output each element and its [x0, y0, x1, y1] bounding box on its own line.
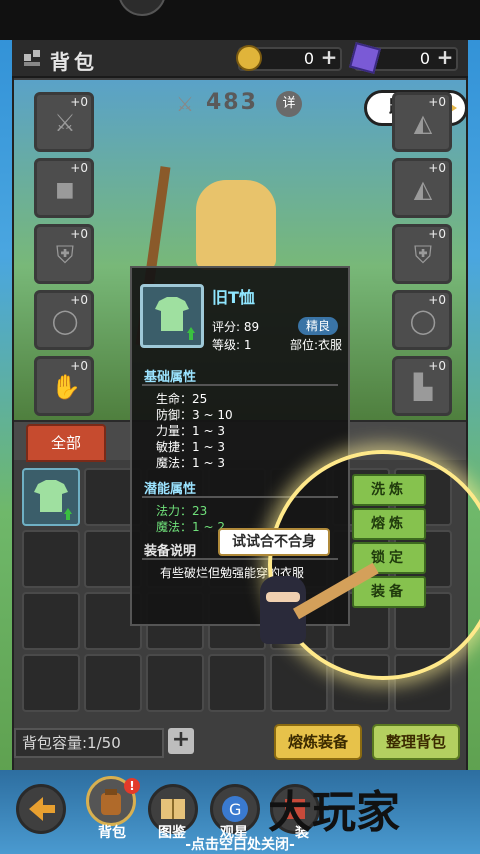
slot-level: +0: [428, 95, 446, 109]
shield-icon: ⛨: [56, 241, 74, 269]
item-icon: [140, 284, 204, 348]
slot-armor[interactable]: +0 ◼: [34, 158, 94, 218]
capacity-label: 背包容量:1/50: [14, 728, 164, 758]
sword-icon: ⚔: [54, 109, 76, 137]
quality-badge: 精良: [298, 317, 338, 335]
boots-icon: ▙: [413, 373, 433, 401]
smelt-equip-button[interactable]: 熔炼装备: [274, 724, 362, 760]
slot-accessory[interactable]: +0 ◯: [392, 290, 452, 350]
svg-text:G: G: [229, 800, 241, 819]
power-value: 483: [206, 90, 258, 115]
helmet-icon: ◭: [413, 109, 433, 137]
slot-level: +0: [70, 227, 88, 241]
slot-ring[interactable]: +0 ◯: [34, 290, 94, 350]
helmet-icon: ◭: [413, 175, 433, 203]
inventory-cell[interactable]: [22, 592, 80, 650]
alert-badge: !: [124, 778, 140, 794]
stat-line: 防御：3 ~ 10: [156, 408, 233, 422]
item-part: 部位:衣服: [290, 338, 343, 352]
inventory-cell[interactable]: [270, 654, 328, 712]
add-gem-button[interactable]: +: [436, 47, 454, 67]
slot-glove[interactable]: +0 ✋: [34, 356, 94, 416]
slot-weapon[interactable]: +0 ⚔: [34, 92, 94, 152]
slot-helmet-top[interactable]: +0 ◭: [392, 92, 452, 152]
wash-button[interactable]: 洗炼: [352, 474, 426, 506]
ring-icon: ◯: [409, 307, 437, 335]
ring-icon: ◯: [51, 307, 79, 335]
guide-face: [266, 592, 300, 602]
slot-offhand[interactable]: +0 ⛨: [392, 224, 452, 284]
stat-line: 敏捷：1 ~ 3: [156, 440, 225, 454]
gold-coin-icon: [236, 45, 262, 71]
inventory-cell[interactable]: [22, 530, 80, 588]
tshirt-icon: [34, 480, 72, 520]
slot-level: +0: [428, 227, 446, 241]
item-name: 旧T恤: [212, 288, 255, 307]
bag-icon: [22, 48, 42, 68]
description-title: 装备说明: [144, 544, 197, 559]
status-bar: [0, 0, 480, 40]
crossed-swords-icon: ⚔: [176, 92, 194, 116]
guide-speech-bubble: 试试合不合身: [218, 528, 330, 556]
slot-level: +0: [70, 161, 88, 175]
back-arrow-icon: [29, 797, 55, 821]
inventory-cell-selected[interactable]: [22, 468, 80, 526]
item-score: 评分: 89: [212, 320, 260, 334]
back-button[interactable]: [16, 784, 66, 834]
smelt-button[interactable]: 熔炼: [352, 508, 426, 540]
stat-line: 生命：25: [156, 392, 208, 406]
tshirt-icon: [155, 297, 195, 340]
slot-level: +0: [70, 95, 88, 109]
hero-character: [196, 180, 276, 270]
tab-all[interactable]: 全部: [26, 424, 106, 462]
detail-button[interactable]: 详: [276, 91, 302, 117]
slot-level: +0: [428, 161, 446, 175]
divider: [142, 384, 338, 386]
glove-icon: ✋: [51, 373, 81, 401]
armor-icon: ◼: [55, 175, 75, 203]
slot-level: +0: [428, 359, 446, 373]
slot-level: +0: [70, 359, 88, 373]
potential-line: 魔法：1 ~ 2: [156, 520, 225, 534]
page-title: 背包: [50, 50, 98, 74]
potential-stats-title: 潜能属性: [144, 482, 197, 497]
inventory-cell[interactable]: [208, 654, 266, 712]
slot-level: +0: [428, 293, 446, 307]
base-stats-title: 基础属性: [144, 370, 197, 385]
shield-icon: ⛨: [414, 241, 432, 269]
stat-line: 魔法：1 ~ 3: [156, 456, 225, 470]
nav-bag-label: 背包: [98, 825, 126, 841]
sort-bag-button[interactable]: 整理背包: [372, 724, 460, 760]
slot-shield[interactable]: +0 ⛨: [34, 224, 94, 284]
slot-helmet[interactable]: +0 ◭: [392, 158, 452, 218]
inventory-cell[interactable]: [22, 654, 80, 712]
slot-level: +0: [70, 293, 88, 307]
watermark: 大玩家: [268, 787, 400, 838]
slot-boots[interactable]: +0 ▙: [392, 356, 452, 416]
item-level: 等级: 1: [212, 338, 252, 352]
inventory-cell[interactable]: [84, 654, 142, 712]
inventory-cell[interactable]: [146, 654, 204, 712]
stat-line: 力量：1 ~ 3: [156, 424, 225, 438]
add-gold-button[interactable]: +: [320, 47, 338, 67]
potential-line: 法力：23: [156, 504, 208, 518]
expand-capacity-button[interactable]: +: [168, 728, 194, 754]
